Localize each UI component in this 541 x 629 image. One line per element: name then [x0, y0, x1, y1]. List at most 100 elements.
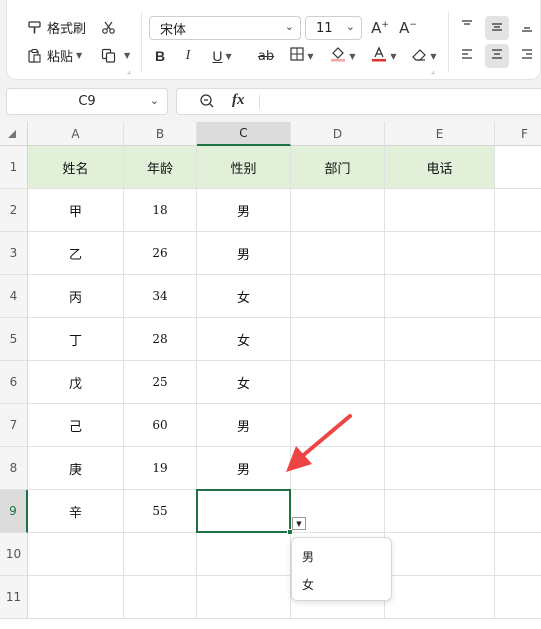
table-cell[interactable]: 28	[124, 318, 197, 361]
table-cell[interactable]: 34	[124, 275, 197, 318]
header-cell[interactable]: 年龄	[124, 146, 197, 189]
empty-cell[interactable]	[385, 533, 495, 576]
borders-button[interactable]: ▼	[287, 44, 317, 68]
empty-cell[interactable]	[385, 447, 495, 490]
empty-cell[interactable]	[495, 361, 541, 404]
copy-button[interactable]: ▼	[99, 46, 130, 64]
table-cell[interactable]: 19	[124, 447, 197, 490]
font-color-button[interactable]: ▼	[369, 44, 399, 68]
table-cell[interactable]: 60	[124, 404, 197, 447]
empty-cell[interactable]	[291, 275, 385, 318]
row-header-2[interactable]: 2	[0, 189, 28, 232]
column-header-e[interactable]: E	[385, 122, 495, 146]
table-cell[interactable]: 乙	[28, 232, 124, 275]
empty-cell[interactable]	[495, 146, 541, 189]
table-cell[interactable]: 甲	[28, 189, 124, 232]
column-header-b[interactable]: B	[124, 122, 197, 146]
table-cell[interactable]: 庚	[28, 447, 124, 490]
empty-cell[interactable]	[385, 275, 495, 318]
table-cell[interactable]: 丁	[28, 318, 124, 361]
format-painter-button[interactable]: 格式刷	[25, 18, 86, 37]
font-name-select[interactable]: 宋体 ⌄	[149, 16, 301, 40]
dropdown-arrow-button[interactable]: ▼	[292, 517, 306, 530]
empty-cell[interactable]	[385, 576, 495, 619]
empty-cell[interactable]	[28, 576, 124, 619]
row-header-3[interactable]: 3	[0, 232, 28, 275]
row-header-10[interactable]: 10	[0, 533, 28, 576]
table-cell[interactable]: 55	[124, 490, 197, 533]
table-cell[interactable]: 25	[124, 361, 197, 404]
row-header-8[interactable]: 8	[0, 447, 28, 490]
empty-cell[interactable]	[385, 232, 495, 275]
increase-font-button[interactable]: A+	[369, 16, 391, 40]
empty-cell[interactable]	[385, 189, 495, 232]
header-cell[interactable]: 姓名	[28, 146, 124, 189]
italic-button[interactable]: I	[179, 44, 197, 68]
empty-cell[interactable]	[385, 404, 495, 447]
row-header-11[interactable]: 11	[0, 576, 28, 619]
empty-cell[interactable]	[28, 533, 124, 576]
font-size-select[interactable]: 11 ⌄	[305, 16, 362, 40]
row-header-4[interactable]: 4	[0, 275, 28, 318]
table-cell[interactable]: 女	[197, 318, 291, 361]
dropdown-option[interactable]: 男	[302, 548, 314, 565]
row-header-7[interactable]: 7	[0, 404, 28, 447]
empty-cell[interactable]	[495, 189, 541, 232]
empty-cell[interactable]	[197, 576, 291, 619]
empty-cell[interactable]	[495, 447, 541, 490]
active-cell-outline[interactable]	[196, 489, 291, 533]
name-box[interactable]: C9 ⌄	[6, 88, 168, 115]
table-cell[interactable]: 18	[124, 189, 197, 232]
cut-button[interactable]	[99, 18, 121, 36]
empty-cell[interactable]	[291, 361, 385, 404]
underline-button[interactable]: U ▼	[207, 44, 237, 68]
row-header-9[interactable]: 9	[0, 490, 28, 533]
empty-cell[interactable]	[495, 576, 541, 619]
empty-cell[interactable]	[291, 189, 385, 232]
table-cell[interactable]: 戊	[28, 361, 124, 404]
empty-cell[interactable]	[495, 533, 541, 576]
table-cell[interactable]: 女	[197, 275, 291, 318]
table-cell[interactable]: 男	[197, 189, 291, 232]
decrease-font-button[interactable]: A−	[397, 16, 419, 40]
strikethrough-button[interactable]: ab	[255, 44, 277, 68]
dropdown-option[interactable]: 女	[302, 576, 314, 593]
empty-cell[interactable]	[495, 404, 541, 447]
column-header-c[interactable]: C	[197, 122, 291, 146]
align-center-button[interactable]	[485, 44, 509, 68]
empty-cell[interactable]	[197, 533, 291, 576]
empty-cell[interactable]	[291, 232, 385, 275]
empty-cell[interactable]	[495, 232, 541, 275]
empty-cell[interactable]	[495, 490, 541, 533]
column-header-f[interactable]: F	[495, 122, 541, 146]
empty-cell[interactable]	[124, 533, 197, 576]
table-cell[interactable]: 女	[197, 361, 291, 404]
empty-cell[interactable]	[385, 490, 495, 533]
empty-cell[interactable]	[385, 318, 495, 361]
empty-cell[interactable]	[385, 361, 495, 404]
align-top-button[interactable]	[455, 16, 479, 40]
fx-icon[interactable]: fx	[232, 92, 245, 109]
table-cell[interactable]: 辛	[28, 490, 124, 533]
table-cell[interactable]: 26	[124, 232, 197, 275]
clipboard-launcher-icon[interactable]: ⌟	[127, 66, 131, 75]
empty-cell[interactable]	[495, 318, 541, 361]
select-all-corner[interactable]	[0, 122, 28, 146]
align-right-button[interactable]	[515, 44, 539, 68]
table-cell[interactable]: 男	[197, 232, 291, 275]
empty-cell[interactable]	[495, 275, 541, 318]
row-header-1[interactable]: 1	[0, 146, 28, 189]
column-header-d[interactable]: D	[291, 122, 385, 146]
row-header-5[interactable]: 5	[0, 318, 28, 361]
table-cell[interactable]: 男	[197, 404, 291, 447]
align-left-button[interactable]	[455, 44, 479, 68]
font-launcher-icon[interactable]: ⌟	[431, 66, 435, 75]
formula-bar[interactable]: fx	[176, 88, 541, 115]
row-header-6[interactable]: 6	[0, 361, 28, 404]
header-cell[interactable]: 性别	[197, 146, 291, 189]
empty-cell[interactable]	[124, 576, 197, 619]
zoom-search-icon[interactable]	[199, 93, 215, 113]
align-middle-button[interactable]	[485, 16, 509, 40]
empty-cell[interactable]	[291, 318, 385, 361]
bold-button[interactable]: B	[151, 44, 169, 68]
